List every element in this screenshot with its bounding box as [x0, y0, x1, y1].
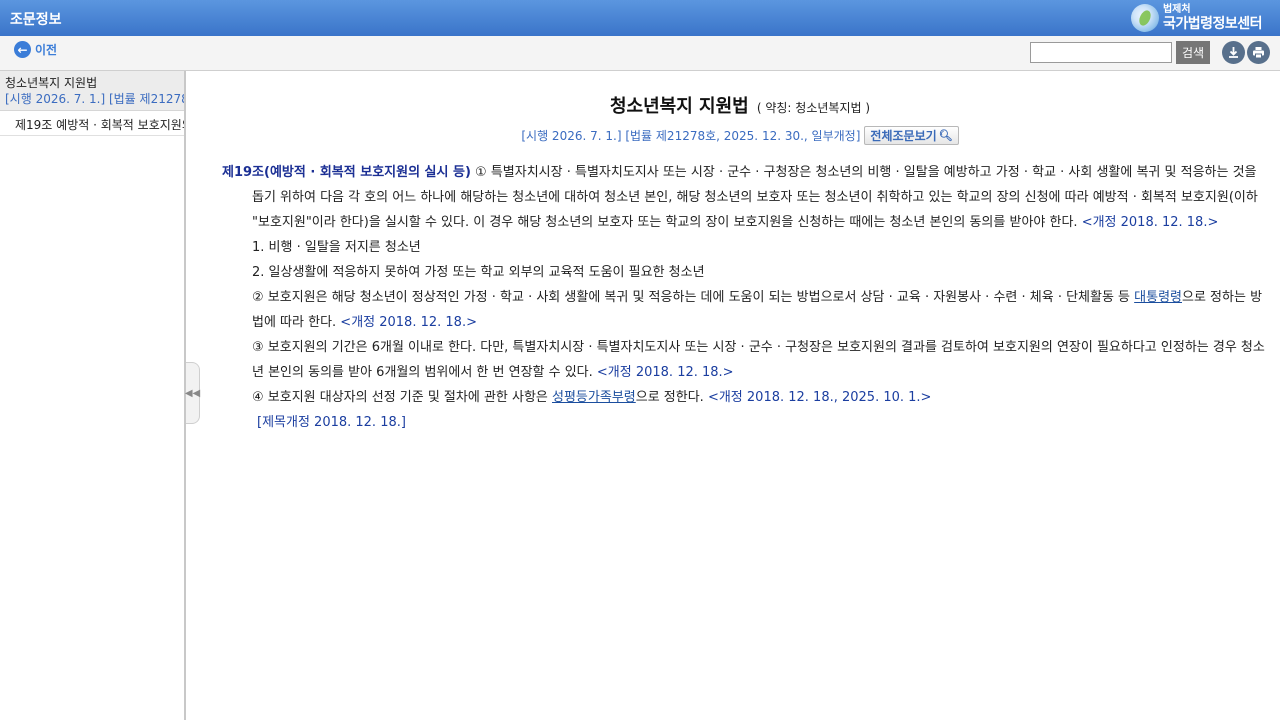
back-button[interactable]: ← 이전: [14, 41, 57, 58]
law-title: 청소년복지 지원법: [609, 96, 749, 117]
arrow-left-icon: ←: [14, 41, 31, 58]
amendment-note: <개정 2018. 12. 18., 2025. 10. 1.>: [707, 390, 932, 405]
logo-text: 법제처 국가법령정보센터: [1162, 4, 1263, 32]
sidebar: 청소년복지 지원법 [시행 2026. 7. 1.] [법률 제21278호, …: [0, 71, 186, 720]
article-paragraph-2: ② 보호지원은 해당 청소년이 정상적인 가정 · 학교 · 사회 생활에 복귀…: [222, 285, 1272, 335]
law-title-row: 청소년복지 지원법 ( 약칭: 청소년복지법 ): [200, 92, 1280, 118]
presidential-decree-link[interactable]: 대통령령: [1134, 290, 1182, 305]
article-item-2: 2. 일상생활에 적응하지 못하여 가정 또는 학교 외부의 교육적 도움이 필…: [252, 265, 705, 280]
law-meta: [시행 2026. 7. 1.] [법률 제21278호, 2025. 12. …: [521, 129, 861, 143]
print-button[interactable]: [1247, 41, 1270, 64]
logo-main-text: 국가법령정보센터: [1162, 16, 1263, 32]
main-content: 청소년복지 지원법 ( 약칭: 청소년복지법 ) [시행 2026. 7. 1.…: [200, 72, 1280, 720]
article-title: 제19조(예방적 · 회복적 보호지원의 실시 등): [222, 165, 471, 180]
sidebar-law-header[interactable]: 청소년복지 지원법 [시행 2026. 7. 1.] [법률 제21278호,: [0, 71, 184, 111]
amendment-note: <개정 2018. 12. 18.>: [596, 365, 734, 380]
divider: [188, 71, 200, 72]
page-title: 조문정보: [10, 12, 62, 28]
article-item-1: 1. 비행 · 일탈을 저지른 청소년: [252, 240, 421, 255]
paragraph-4-text-end: 으로 정한다.: [635, 390, 708, 405]
article-body: 제19조(예방적 · 회복적 보호지원의 실시 등) ① 특별자치시장 · 특별…: [222, 160, 1272, 435]
sidebar-toggle-button[interactable]: ◀◀: [184, 362, 201, 424]
download-button[interactable]: [1222, 41, 1245, 64]
search-input[interactable]: [1030, 42, 1172, 63]
amendment-note: <개정 2018. 12. 18.>: [1081, 215, 1219, 230]
article-paragraph-1: 제19조(예방적 · 회복적 보호지원의 실시 등) ① 특별자치시장 · 특별…: [222, 160, 1272, 235]
ministry-ordinance-link[interactable]: 성평등가족부령: [552, 390, 636, 405]
full-view-label: 전체조문보기: [870, 129, 937, 143]
title-amendment-note: [제목개정 2018. 12. 18.]: [257, 415, 406, 430]
law-abbreviation: ( 약칭: 청소년복지법 ): [756, 101, 871, 115]
toolbar: ← 이전 검색: [0, 36, 1280, 71]
article-paragraph-3: ③ 보호지원의 기간은 6개월 이내로 한다. 다만, 특별자치시장 · 특별자…: [222, 335, 1272, 385]
sidebar-law-date: [시행 2026. 7. 1.] [법률 제21278호,: [5, 92, 184, 106]
amendment-note: <개정 2018. 12. 18.>: [340, 315, 477, 330]
back-label: 이전: [35, 43, 58, 57]
paragraph-2-text: ② 보호지원은 해당 청소년이 정상적인 가정 · 학교 · 사회 생활에 복귀…: [252, 290, 1135, 305]
full-article-view-button[interactable]: 전체조문보기 🔍︎: [864, 126, 959, 145]
download-icon: [1229, 47, 1238, 58]
double-chevron-left-icon: ◀◀: [184, 387, 201, 399]
logo-globe-icon: [1130, 4, 1159, 32]
paragraph-4-text: ④ 보호지원 대상자의 선정 기준 및 절차에 관한 사항은: [252, 390, 553, 405]
logo-sub-text: 법제처: [1162, 4, 1191, 15]
top-header-bar: 조문정보 법제처 국가법령정보센터: [0, 0, 1280, 36]
paragraph-3-text: ③ 보호지원의 기간은 6개월 이내로 한다. 다만, 특별자치시장 · 특별자…: [252, 340, 1265, 380]
search-button[interactable]: 검색: [1176, 41, 1210, 64]
logo[interactable]: 법제처 국가법령정보센터: [1130, 4, 1263, 32]
magnifier-icon: 🔍︎: [938, 129, 953, 142]
sidebar-item-article-19[interactable]: 제19조 예방적 · 회복적 보호지원의: [0, 111, 184, 136]
law-meta-row: [시행 2026. 7. 1.] [법률 제21278호, 2025. 12. …: [200, 126, 1280, 145]
sidebar-law-name: 청소년복지 지원법: [5, 76, 98, 90]
article-paragraph-4: ④ 보호지원 대상자의 선정 기준 및 절차에 관한 사항은 성평등가족부령으로…: [222, 385, 1272, 410]
printer-icon: [1253, 47, 1264, 59]
